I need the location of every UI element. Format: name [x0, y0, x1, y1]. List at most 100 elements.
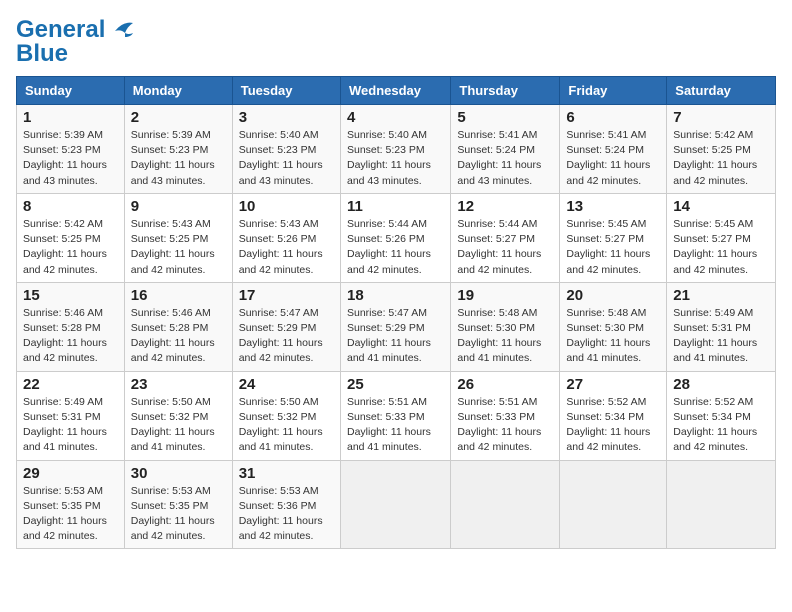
calendar-cell: 3 Sunrise: 5:40 AMSunset: 5:23 PMDayligh…	[232, 105, 340, 194]
day-detail: Sunrise: 5:50 AMSunset: 5:32 PMDaylight:…	[239, 396, 323, 454]
day-detail: Sunrise: 5:51 AMSunset: 5:33 PMDaylight:…	[347, 396, 431, 454]
day-detail: Sunrise: 5:44 AMSunset: 5:26 PMDaylight:…	[347, 218, 431, 276]
day-number: 9	[131, 198, 226, 215]
day-detail: Sunrise: 5:47 AMSunset: 5:29 PMDaylight:…	[347, 307, 431, 365]
calendar-cell: 1 Sunrise: 5:39 AMSunset: 5:23 PMDayligh…	[17, 105, 125, 194]
day-detail: Sunrise: 5:42 AMSunset: 5:25 PMDaylight:…	[23, 218, 107, 276]
calendar-cell: 26 Sunrise: 5:51 AMSunset: 5:33 PMDaylig…	[451, 371, 560, 460]
day-detail: Sunrise: 5:47 AMSunset: 5:29 PMDaylight:…	[239, 307, 323, 365]
day-detail: Sunrise: 5:45 AMSunset: 5:27 PMDaylight:…	[566, 218, 650, 276]
weekday-header-thursday: Thursday	[451, 77, 560, 105]
calendar-table: SundayMondayTuesdayWednesdayThursdayFrid…	[16, 76, 776, 549]
day-detail: Sunrise: 5:45 AMSunset: 5:27 PMDaylight:…	[673, 218, 757, 276]
header: General Blue	[16, 16, 776, 68]
day-number: 14	[673, 198, 769, 215]
calendar-cell: 8 Sunrise: 5:42 AMSunset: 5:25 PMDayligh…	[17, 193, 125, 282]
day-number: 24	[239, 376, 334, 393]
calendar-cell: 20 Sunrise: 5:48 AMSunset: 5:30 PMDaylig…	[560, 282, 667, 371]
day-number: 15	[23, 287, 118, 304]
calendar-cell: 23 Sunrise: 5:50 AMSunset: 5:32 PMDaylig…	[124, 371, 232, 460]
day-number: 21	[673, 287, 769, 304]
day-number: 17	[239, 287, 334, 304]
day-number: 11	[347, 198, 444, 215]
day-detail: Sunrise: 5:41 AMSunset: 5:24 PMDaylight:…	[566, 129, 650, 187]
day-number: 25	[347, 376, 444, 393]
calendar-week-3: 15 Sunrise: 5:46 AMSunset: 5:28 PMDaylig…	[17, 282, 776, 371]
calendar-cell: 17 Sunrise: 5:47 AMSunset: 5:29 PMDaylig…	[232, 282, 340, 371]
calendar-cell: 6 Sunrise: 5:41 AMSunset: 5:24 PMDayligh…	[560, 105, 667, 194]
calendar-cell: 15 Sunrise: 5:46 AMSunset: 5:28 PMDaylig…	[17, 282, 125, 371]
day-number: 12	[457, 198, 553, 215]
calendar-cell	[451, 460, 560, 549]
calendar-cell: 14 Sunrise: 5:45 AMSunset: 5:27 PMDaylig…	[667, 193, 776, 282]
day-number: 28	[673, 376, 769, 393]
day-number: 29	[23, 465, 118, 482]
weekday-header-sunday: Sunday	[17, 77, 125, 105]
logo-bird-icon	[105, 19, 135, 41]
logo: General Blue	[16, 16, 135, 68]
day-number: 27	[566, 376, 660, 393]
day-number: 18	[347, 287, 444, 304]
calendar-cell: 2 Sunrise: 5:39 AMSunset: 5:23 PMDayligh…	[124, 105, 232, 194]
day-detail: Sunrise: 5:39 AMSunset: 5:23 PMDaylight:…	[23, 129, 107, 187]
weekday-header-saturday: Saturday	[667, 77, 776, 105]
calendar-week-5: 29 Sunrise: 5:53 AMSunset: 5:35 PMDaylig…	[17, 460, 776, 549]
day-detail: Sunrise: 5:39 AMSunset: 5:23 PMDaylight:…	[131, 129, 215, 187]
day-number: 30	[131, 465, 226, 482]
day-detail: Sunrise: 5:53 AMSunset: 5:35 PMDaylight:…	[131, 485, 215, 543]
calendar-cell: 9 Sunrise: 5:43 AMSunset: 5:25 PMDayligh…	[124, 193, 232, 282]
calendar-week-2: 8 Sunrise: 5:42 AMSunset: 5:25 PMDayligh…	[17, 193, 776, 282]
day-number: 20	[566, 287, 660, 304]
day-detail: Sunrise: 5:46 AMSunset: 5:28 PMDaylight:…	[23, 307, 107, 365]
calendar-cell: 5 Sunrise: 5:41 AMSunset: 5:24 PMDayligh…	[451, 105, 560, 194]
calendar-cell: 21 Sunrise: 5:49 AMSunset: 5:31 PMDaylig…	[667, 282, 776, 371]
day-number: 16	[131, 287, 226, 304]
day-detail: Sunrise: 5:44 AMSunset: 5:27 PMDaylight:…	[457, 218, 541, 276]
day-number: 22	[23, 376, 118, 393]
calendar-cell: 29 Sunrise: 5:53 AMSunset: 5:35 PMDaylig…	[17, 460, 125, 549]
day-number: 26	[457, 376, 553, 393]
day-number: 19	[457, 287, 553, 304]
day-number: 23	[131, 376, 226, 393]
calendar-cell: 31 Sunrise: 5:53 AMSunset: 5:36 PMDaylig…	[232, 460, 340, 549]
day-detail: Sunrise: 5:49 AMSunset: 5:31 PMDaylight:…	[673, 307, 757, 365]
day-detail: Sunrise: 5:53 AMSunset: 5:36 PMDaylight:…	[239, 485, 323, 543]
calendar-cell: 18 Sunrise: 5:47 AMSunset: 5:29 PMDaylig…	[340, 282, 450, 371]
calendar-cell: 4 Sunrise: 5:40 AMSunset: 5:23 PMDayligh…	[340, 105, 450, 194]
weekday-header-wednesday: Wednesday	[340, 77, 450, 105]
day-detail: Sunrise: 5:52 AMSunset: 5:34 PMDaylight:…	[673, 396, 757, 454]
logo-blue: Blue	[16, 40, 68, 68]
weekday-header-monday: Monday	[124, 77, 232, 105]
day-detail: Sunrise: 5:40 AMSunset: 5:23 PMDaylight:…	[239, 129, 323, 187]
day-detail: Sunrise: 5:42 AMSunset: 5:25 PMDaylight:…	[673, 129, 757, 187]
calendar-cell: 19 Sunrise: 5:48 AMSunset: 5:30 PMDaylig…	[451, 282, 560, 371]
calendar-cell: 22 Sunrise: 5:49 AMSunset: 5:31 PMDaylig…	[17, 371, 125, 460]
day-number: 5	[457, 109, 553, 126]
day-number: 7	[673, 109, 769, 126]
day-detail: Sunrise: 5:43 AMSunset: 5:25 PMDaylight:…	[131, 218, 215, 276]
calendar-cell: 24 Sunrise: 5:50 AMSunset: 5:32 PMDaylig…	[232, 371, 340, 460]
day-number: 2	[131, 109, 226, 126]
day-detail: Sunrise: 5:40 AMSunset: 5:23 PMDaylight:…	[347, 129, 431, 187]
calendar-week-1: 1 Sunrise: 5:39 AMSunset: 5:23 PMDayligh…	[17, 105, 776, 194]
day-number: 6	[566, 109, 660, 126]
day-detail: Sunrise: 5:46 AMSunset: 5:28 PMDaylight:…	[131, 307, 215, 365]
weekday-header-tuesday: Tuesday	[232, 77, 340, 105]
calendar-cell: 13 Sunrise: 5:45 AMSunset: 5:27 PMDaylig…	[560, 193, 667, 282]
calendar-cell: 27 Sunrise: 5:52 AMSunset: 5:34 PMDaylig…	[560, 371, 667, 460]
calendar-cell: 30 Sunrise: 5:53 AMSunset: 5:35 PMDaylig…	[124, 460, 232, 549]
day-number: 8	[23, 198, 118, 215]
day-detail: Sunrise: 5:53 AMSunset: 5:35 PMDaylight:…	[23, 485, 107, 543]
day-number: 4	[347, 109, 444, 126]
day-detail: Sunrise: 5:52 AMSunset: 5:34 PMDaylight:…	[566, 396, 650, 454]
day-number: 10	[239, 198, 334, 215]
calendar-cell	[340, 460, 450, 549]
day-number: 31	[239, 465, 334, 482]
weekday-header-friday: Friday	[560, 77, 667, 105]
day-detail: Sunrise: 5:48 AMSunset: 5:30 PMDaylight:…	[566, 307, 650, 365]
day-detail: Sunrise: 5:50 AMSunset: 5:32 PMDaylight:…	[131, 396, 215, 454]
calendar-cell: 12 Sunrise: 5:44 AMSunset: 5:27 PMDaylig…	[451, 193, 560, 282]
day-detail: Sunrise: 5:49 AMSunset: 5:31 PMDaylight:…	[23, 396, 107, 454]
calendar-week-4: 22 Sunrise: 5:49 AMSunset: 5:31 PMDaylig…	[17, 371, 776, 460]
calendar-cell: 28 Sunrise: 5:52 AMSunset: 5:34 PMDaylig…	[667, 371, 776, 460]
